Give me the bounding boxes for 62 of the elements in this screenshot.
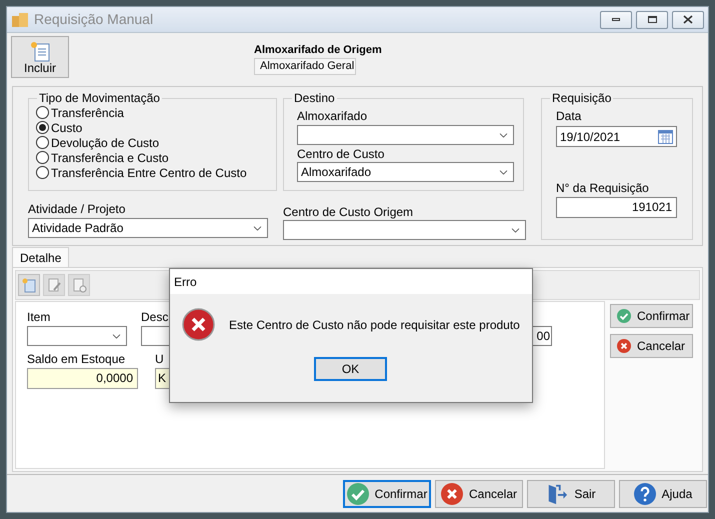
request-number-field[interactable]: 191021 (556, 197, 677, 218)
origin-cost-center-dropdown[interactable] (283, 220, 526, 240)
field-label: Item (27, 310, 52, 324)
cancel-button[interactable]: Cancelar (435, 480, 523, 508)
stock-balance-field: 0,0000 (27, 368, 138, 389)
group-title: Tipo de Movimentação (37, 91, 162, 105)
close-icon (440, 482, 463, 504)
cancel-button[interactable]: Cancelar (610, 334, 693, 358)
error-icon (182, 308, 215, 341)
ok-button[interactable]: OK (314, 357, 387, 381)
warehouse-dropdown[interactable] (297, 125, 514, 145)
origin-field: Almoxarifado Geral (254, 58, 356, 75)
dialog-title: Erro (174, 274, 197, 290)
field-label: N° da Requisição (556, 181, 650, 195)
check-icon (617, 309, 631, 323)
field-label: Almoxarifado de Origem (254, 44, 382, 57)
date-field[interactable]: 19/10/2021 (556, 126, 677, 147)
calendar-icon (658, 130, 673, 144)
activity-dropdown[interactable]: Atividade Padrão (28, 218, 268, 238)
close-button[interactable] (672, 10, 704, 28)
group-title: Requisição (550, 91, 614, 105)
confirm-button[interactable]: Confirmar (610, 304, 693, 328)
cost-center-dropdown[interactable]: Almoxarifado (297, 162, 514, 182)
dialog-message: Este Centro de Custo não pode requisitar este produto (229, 317, 520, 334)
radio-option[interactable]: Transferência Entre Centro de Custo (36, 165, 276, 180)
new-document-icon (21, 277, 37, 293)
minimize-icon (612, 18, 620, 21)
field-label: Centro de Custo (297, 147, 386, 161)
maximize-icon (648, 16, 656, 23)
close-icon (683, 15, 693, 24)
field-label: Saldo em Estoque (27, 352, 126, 366)
delete-document-icon (71, 277, 87, 293)
window-title: Requisição Manual (34, 10, 154, 29)
radio-option[interactable]: Custo (36, 120, 276, 135)
radio-option[interactable]: Devolução de Custo (36, 135, 276, 150)
field-label: Desc (141, 310, 170, 324)
edit-item-button[interactable] (43, 274, 65, 296)
field-label: Data (556, 109, 582, 123)
field-label: Atividade / Projeto (28, 202, 126, 216)
edit-document-icon (46, 277, 62, 293)
maximize-button[interactable] (636, 10, 668, 28)
door-exit-icon (546, 482, 568, 504)
help-icon (634, 482, 656, 504)
field-label: Centro de Custo Origem (283, 205, 414, 219)
add-item-button[interactable] (18, 274, 40, 296)
radio-option[interactable]: Transferência e Custo (36, 150, 276, 165)
help-button[interactable]: Ajuda (619, 480, 707, 508)
radio-option[interactable]: Transferência (36, 105, 276, 120)
delete-item-button[interactable] (68, 274, 90, 296)
field-label: U (155, 352, 165, 366)
group-title: Destino (292, 91, 337, 105)
exit-button[interactable]: Sair (527, 480, 615, 508)
new-document-icon (29, 40, 51, 62)
add-button[interactable]: Incluir (11, 36, 69, 78)
item-dropdown[interactable] (27, 326, 127, 346)
boxes-icon (11, 12, 29, 28)
tab[interactable]: Detalhe (12, 247, 70, 267)
confirm-button[interactable]: Confirmar (343, 480, 431, 508)
check-icon (346, 482, 369, 504)
close-icon (617, 339, 631, 353)
field-label: Almoxarifado (297, 109, 368, 123)
minimize-button[interactable] (600, 10, 632, 28)
